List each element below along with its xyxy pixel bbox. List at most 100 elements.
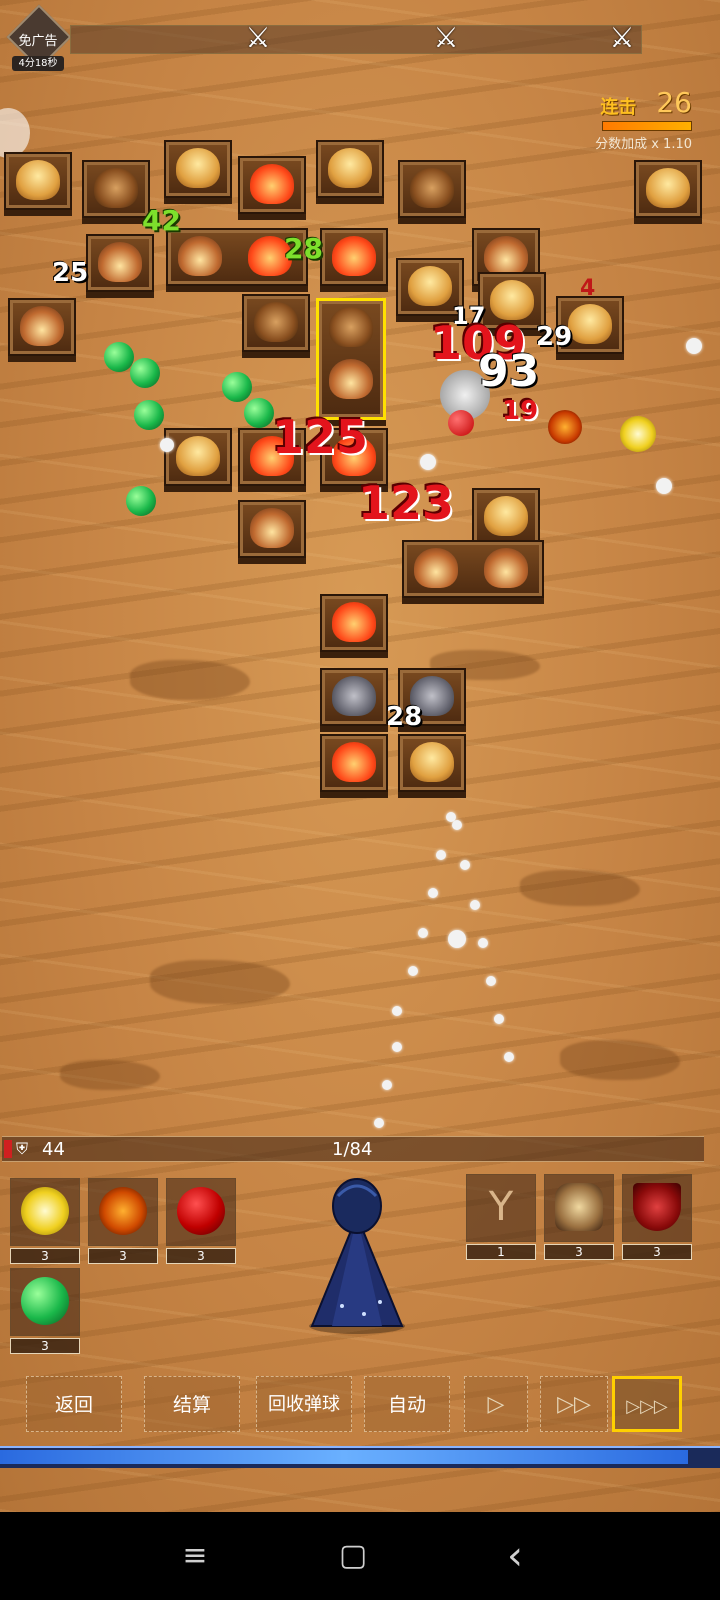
aim-trail-dot [504,1052,514,1062]
shell-monster-icon [484,236,528,276]
enemy-block [402,540,544,598]
crossed-swords-icon: ⚔ [609,21,635,54]
toad-monster-icon [329,307,373,347]
aim-trail-dot [478,938,488,948]
damage-number: 25 [52,258,89,288]
enemy-block [242,294,310,352]
speed-normal-button[interactable]: ▷ [464,1376,528,1432]
enemy-block [320,668,388,726]
shield-icon: ⛨ [16,1139,29,1158]
enemy-block-selected [316,298,386,420]
white-ball [160,438,174,452]
aim-trail-dot [428,888,438,898]
aim-trail-dot [494,1014,504,1024]
damage-number: 28 [284,232,323,265]
shell-monster-icon [484,548,528,588]
enemy-block [472,488,540,546]
enemy-block [398,160,466,218]
pause-button[interactable] [0,108,30,158]
no-ads-button[interactable]: 免广告 4分18秒 [6,4,72,71]
game-field[interactable]: 免广告 4分18秒 ⚔ ⚔ ⚔ 连击 26 分数加成 x 1.10 42 28 … [0,0,720,1512]
hero-mage [302,1176,412,1336]
level-progress-bar [0,1446,720,1468]
fire-monster-icon [250,164,294,204]
menu-icon[interactable]: ≡ [170,1532,220,1580]
back-button[interactable]: 返回 [26,1376,122,1432]
speed-fast-button[interactable]: ▷▷ [540,1376,608,1432]
poison-ball [126,486,156,516]
enemy-block [316,140,384,198]
enemy-block [86,234,154,292]
sand-crack [520,870,640,906]
damage-number: 125 [272,410,369,464]
sand-crack [560,1040,680,1080]
sand-crack [150,960,290,1004]
shell-monster-icon [178,236,222,276]
egg-monster-icon [16,160,60,200]
damage-number: 19 [502,396,539,426]
slot-level: 3 [622,1244,692,1260]
ball-slot-light[interactable]: 3 [10,1178,80,1264]
egg-monster-icon [646,168,690,208]
white-ball [420,454,436,470]
auto-button[interactable]: 自动 [364,1376,450,1432]
sand-crack [60,1060,160,1090]
aim-trail-dot [382,1080,392,1090]
settle-button[interactable]: 结算 [144,1376,240,1432]
aim-trail-dot [392,1042,402,1052]
crossed-swords-icon: ⚔ [433,21,459,54]
ball-slot-blood[interactable]: 3 [166,1178,236,1264]
enemy-block [164,428,232,486]
blood-ball [448,410,474,436]
no-ads-label: 免广告 [18,34,58,49]
egg-monster-icon [176,436,220,476]
damage-number: 28 [386,702,423,732]
enemy-block [320,228,388,286]
hp-bar: ⛨ 44 1/84 [2,1136,704,1162]
crossed-swords-icon: ⚔ [245,21,271,54]
damage-number: 42 [142,204,181,237]
combo-panel: 连击 26 分数加成 x 1.10 [595,86,692,152]
aim-trail-dot [460,860,470,870]
poison-ball [134,400,164,430]
ball-slot-lava[interactable]: 3 [88,1178,158,1264]
slot-level: 3 [10,1338,80,1354]
sand-crack [130,660,250,700]
speed-fastest-ad-button[interactable]: ▷▷▷ [612,1376,682,1432]
fire-monster-icon [332,602,376,642]
egg-monster-icon [568,304,612,344]
enemy-block [320,734,388,792]
slot-level: 1 [466,1244,536,1260]
slot-level: 3 [10,1248,80,1264]
hp-fill [4,1140,12,1158]
back-nav-icon[interactable]: ‹ [490,1532,540,1580]
score-multiplier: 分数加成 x 1.10 [595,137,692,152]
damage-number: 4 [580,276,596,301]
blood-orb-icon [177,1187,225,1235]
enemy-block [164,140,232,198]
recall-balls-button[interactable]: 回收弹球 [256,1376,352,1432]
system-nav-bar: ≡ ▢ ‹ [0,1512,720,1600]
damage-number: 93 [478,346,540,397]
beetle-monster-icon [94,168,138,208]
damage-number: 123 [358,476,455,530]
enemy-block [82,160,150,218]
home-icon[interactable]: ▢ [328,1532,378,1580]
equip-slot-armor[interactable]: 3 [544,1174,614,1260]
egg-monster-icon [484,496,528,536]
aim-trail-dot [436,850,446,860]
poison-orb-icon [21,1277,69,1325]
white-ball [656,478,672,494]
equip-slot-shield[interactable]: 3 [622,1174,692,1260]
damage-number: 29 [536,322,573,352]
light-ball [620,416,656,452]
toad-monster-icon [254,302,298,342]
enemy-block [320,594,388,652]
enemy-block [8,298,76,356]
equip-slot-slingshot[interactable]: Y 1 [466,1174,536,1260]
toad-monster-icon [410,168,454,208]
combo-value: 26 [656,86,692,119]
enemy-block [238,156,306,214]
shell-monster-icon [250,508,294,548]
ball-slot-poison[interactable]: 3 [10,1268,80,1354]
